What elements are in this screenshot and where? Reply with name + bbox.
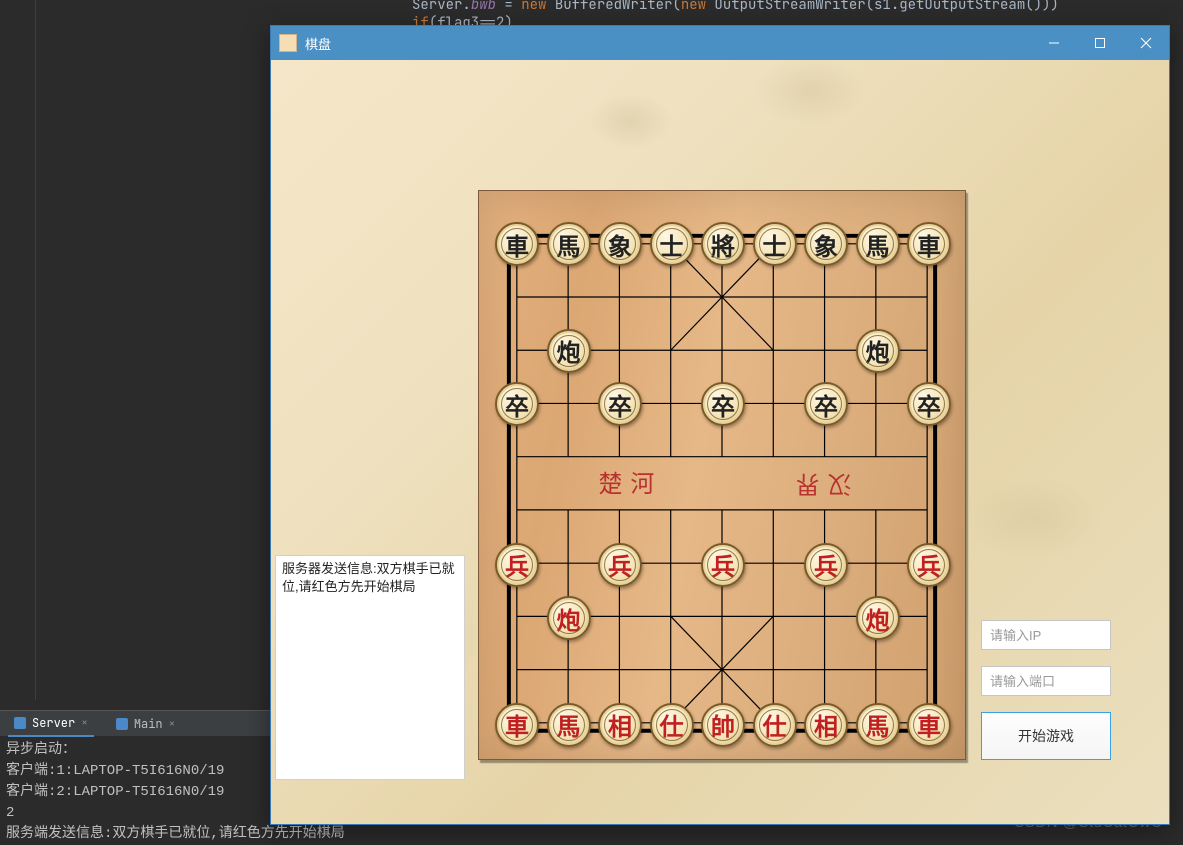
port-input[interactable] <box>981 666 1111 696</box>
close-button[interactable] <box>1123 26 1169 60</box>
chess-board[interactable]: 楚河 汉界 車馬象士將士象馬車炮炮卒卒卒卒卒兵兵兵兵兵炮炮車馬相仕帥仕相馬車 <box>478 190 966 760</box>
server-message-text: 服务器发送信息:双方棋手已就位,请红色方先开始棋局 <box>282 561 455 594</box>
red-piece-4-9[interactable]: 帥 <box>701 703 745 747</box>
content-area: 服务器发送信息:双方棋手已就位,请红色方先开始棋局 开始游戏 <box>271 60 1169 824</box>
red-piece-6-9[interactable]: 相 <box>804 703 848 747</box>
black-soldier-8[interactable]: 卒 <box>907 382 951 426</box>
red-piece-8-9[interactable]: 車 <box>907 703 951 747</box>
black-soldier-4[interactable]: 卒 <box>701 382 745 426</box>
app-icon <box>279 34 297 52</box>
close-icon[interactable]: × <box>169 717 176 731</box>
black-cannon-right[interactable]: 炮 <box>856 329 900 373</box>
close-icon[interactable]: × <box>81 716 88 730</box>
red-piece-7-9[interactable]: 馬 <box>856 703 900 747</box>
black-soldier-0[interactable]: 卒 <box>495 382 539 426</box>
start-game-button[interactable]: 开始游戏 <box>981 712 1111 760</box>
black-cannon-left[interactable]: 炮 <box>547 329 591 373</box>
black-piece-3-0[interactable]: 士 <box>650 222 694 266</box>
terminal-icon <box>116 718 128 730</box>
black-piece-2-0[interactable]: 象 <box>598 222 642 266</box>
red-soldier-4[interactable]: 兵 <box>701 543 745 587</box>
black-piece-0-0[interactable]: 車 <box>495 222 539 266</box>
black-piece-4-0[interactable]: 將 <box>701 222 745 266</box>
ide-tab-server-label: Server <box>32 715 75 731</box>
window-title: 棋盘 <box>305 34 331 53</box>
red-soldier-6[interactable]: 兵 <box>804 543 848 587</box>
ide-tab-server[interactable]: Server × <box>8 711 94 737</box>
pieces-layer: 車馬象士將士象馬車炮炮卒卒卒卒卒兵兵兵兵兵炮炮車馬相仕帥仕相馬車 <box>479 191 965 759</box>
server-message-box: 服务器发送信息:双方棋手已就位,请红色方先开始棋局 <box>275 555 465 780</box>
red-piece-1-9[interactable]: 馬 <box>547 703 591 747</box>
black-piece-7-0[interactable]: 馬 <box>856 222 900 266</box>
red-soldier-8[interactable]: 兵 <box>907 543 951 587</box>
terminal-icon <box>14 717 26 729</box>
red-piece-5-9[interactable]: 仕 <box>753 703 797 747</box>
ide-gutter <box>0 0 36 700</box>
minimize-button[interactable] <box>1031 26 1077 60</box>
chess-app-window: 棋盘 服务器发送信息:双方棋手已就位,请红色方先开始棋局 开始游戏 <box>270 25 1170 825</box>
red-cannon-right[interactable]: 炮 <box>856 596 900 640</box>
black-piece-6-0[interactable]: 象 <box>804 222 848 266</box>
maximize-button[interactable] <box>1077 26 1123 60</box>
red-piece-3-9[interactable]: 仕 <box>650 703 694 747</box>
black-piece-8-0[interactable]: 車 <box>907 222 951 266</box>
ide-tab-main[interactable]: Main × <box>110 712 181 736</box>
red-cannon-left[interactable]: 炮 <box>547 596 591 640</box>
titlebar[interactable]: 棋盘 <box>271 26 1169 60</box>
connection-panel: 开始游戏 <box>981 620 1111 760</box>
ide-tab-main-label: Main <box>134 716 163 732</box>
black-piece-1-0[interactable]: 馬 <box>547 222 591 266</box>
red-piece-0-9[interactable]: 車 <box>495 703 539 747</box>
black-piece-5-0[interactable]: 士 <box>753 222 797 266</box>
black-soldier-6[interactable]: 卒 <box>804 382 848 426</box>
red-soldier-2[interactable]: 兵 <box>598 543 642 587</box>
ip-input[interactable] <box>981 620 1111 650</box>
black-soldier-2[interactable]: 卒 <box>598 382 642 426</box>
red-soldier-0[interactable]: 兵 <box>495 543 539 587</box>
red-piece-2-9[interactable]: 相 <box>598 703 642 747</box>
